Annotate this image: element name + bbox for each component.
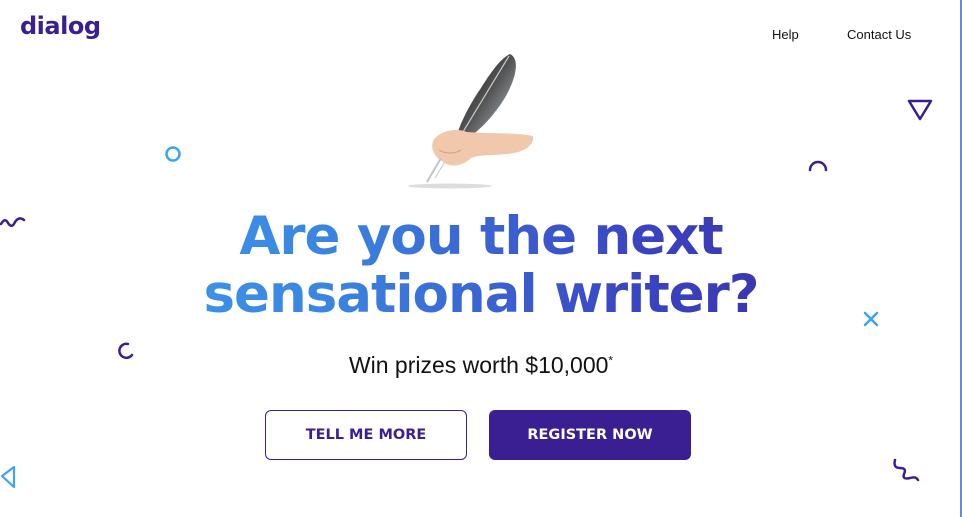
quill-pen-hand-icon — [408, 54, 534, 189]
squiggle-icon — [0, 217, 26, 227]
hero-subline-asterisk: * — [608, 353, 614, 368]
register-now-button[interactable]: REGISTER NOW — [489, 410, 691, 460]
logo[interactable]: dialog — [20, 12, 101, 40]
hero-headline-line1: Are you the next — [239, 206, 723, 267]
tell-me-more-button[interactable]: TELL ME MORE — [265, 410, 467, 460]
zigzag-squiggle-icon — [893, 458, 920, 482]
hero-subline-text: Win prizes worth $10,000 — [348, 352, 609, 378]
nav-help-link[interactable]: Help — [772, 27, 799, 42]
triangle-down-icon — [907, 99, 933, 121]
x-mark-icon — [863, 311, 879, 327]
triangle-left-icon — [0, 465, 16, 489]
hero-headline: Are you the next sensational writer? — [0, 208, 962, 324]
arc-n-icon — [808, 160, 828, 172]
circle-outline-icon — [165, 146, 181, 162]
hero-headline-line2: sensational writer? — [203, 264, 759, 325]
hero-subline: Win prizes worth $10,000* — [0, 352, 962, 379]
nav-contact-us-link[interactable]: Contact Us — [847, 27, 911, 42]
arc-c-icon — [118, 342, 134, 360]
